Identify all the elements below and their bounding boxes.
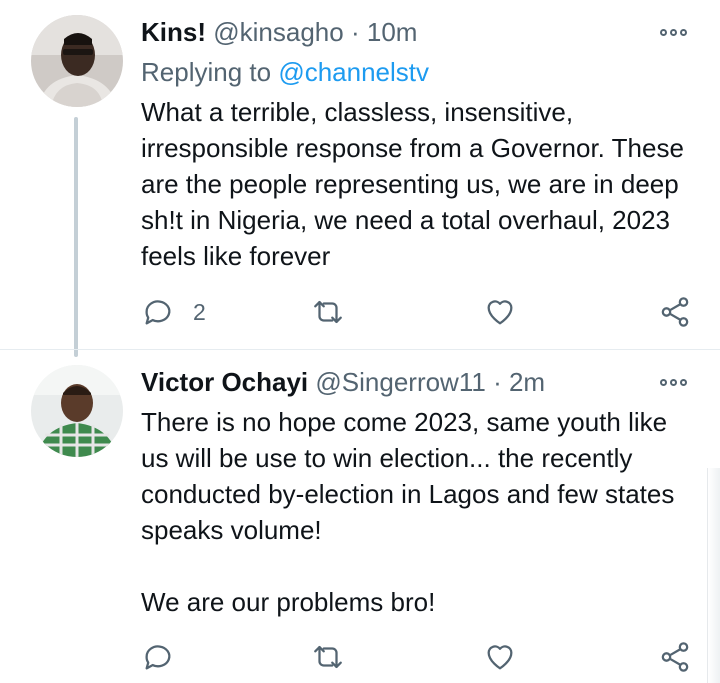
timestamp[interactable]: 2m [509,367,545,397]
share-button[interactable] [658,292,692,332]
author-name[interactable]: Victor Ochayi [141,367,308,397]
tweet-actions [141,637,692,677]
retweet-button[interactable] [311,292,345,332]
replying-to: Replying to @channelstv [141,55,429,89]
scroll-edge [707,468,720,683]
reply-button[interactable] [141,637,175,677]
reply-button[interactable]: 2 [141,292,206,332]
reply-to-handle[interactable]: @channelstv [278,57,429,87]
heart-icon [487,645,513,670]
tweet-text: There is no hope come 2023, same youth l… [141,407,675,617]
avatar[interactable] [31,365,123,457]
author-handle[interactable]: @Singerrow11 [315,367,485,397]
tweet[interactable]: Victor Ochayi @Singerrow11 · 2m There is… [0,350,720,683]
author-name[interactable]: Kins! [141,17,206,47]
like-button[interactable] [483,637,517,677]
tweet-text: What a terrible, classless, insensitive,… [141,97,692,271]
tweet-header: Kins! @kinsagho · 10m [141,15,660,49]
retweet-icon [314,645,342,669]
reply-icon [145,300,171,325]
more-icon[interactable] [660,25,690,39]
heart-icon [487,300,513,325]
more-icon[interactable] [660,375,690,389]
reply-count: 2 [193,298,206,325]
reply-prefix: Replying to [141,57,279,87]
share-icon [661,297,689,327]
avatar[interactable] [31,15,123,107]
separator: · [493,367,502,397]
like-button[interactable] [483,292,517,332]
author-handle[interactable]: @kinsagho [213,17,343,47]
tweet-header: Victor Ochayi @Singerrow11 · 2m [141,365,660,399]
retweet-button[interactable] [311,637,345,677]
thread-line [74,117,78,357]
timestamp[interactable]: 10m [367,17,418,47]
retweet-icon [314,300,342,324]
tweet[interactable]: Kins! @kinsagho · 10m Replying to @chann… [0,0,720,357]
tweet-actions: 2 [141,292,692,332]
reply-icon [145,645,171,670]
share-icon [661,642,689,672]
separator: · [350,17,360,47]
share-button[interactable] [658,637,692,677]
